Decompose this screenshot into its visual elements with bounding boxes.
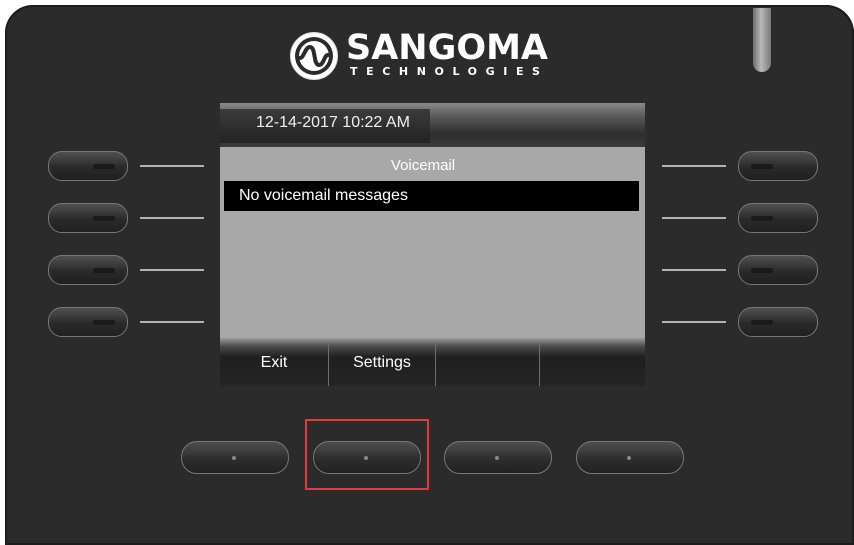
key-notch: [751, 268, 773, 273]
sangoma-logo-icon: [290, 32, 338, 80]
softkey-settings[interactable]: Settings: [329, 338, 435, 386]
softkey-4[interactable]: [540, 338, 645, 386]
softkey-label: Exit: [260, 354, 288, 371]
status-bar: 12-14-2017 10:22 AM: [220, 103, 645, 147]
line-key-right-1[interactable]: [738, 151, 818, 181]
line-key-connector: [662, 217, 726, 219]
key-dot: [495, 456, 499, 460]
softkey-exit[interactable]: Exit: [220, 338, 328, 386]
line-key-left-4[interactable]: [48, 307, 128, 337]
key-notch: [93, 216, 115, 221]
key-notch: [751, 216, 773, 221]
physical-softkey-4[interactable]: [576, 441, 684, 474]
line-key-right-3[interactable]: [738, 255, 818, 285]
key-notch: [93, 320, 115, 325]
line-key-left-2[interactable]: [48, 203, 128, 233]
key-notch: [93, 164, 115, 169]
list-item[interactable]: No voicemail messages: [224, 181, 639, 211]
line-key-connector: [140, 217, 204, 219]
physical-softkey-1[interactable]: [181, 441, 289, 474]
line-key-left-3[interactable]: [48, 255, 128, 285]
line-key-connector: [140, 269, 204, 271]
line-key-connector: [662, 165, 726, 167]
handset-hook: [753, 8, 771, 72]
brand-logo: SANGOMA TECHNOLOGIES: [290, 28, 570, 90]
highlight-box: [305, 419, 429, 490]
line-key-connector: [662, 269, 726, 271]
key-notch: [93, 268, 115, 273]
key-notch: [751, 164, 773, 169]
line-key-right-2[interactable]: [738, 203, 818, 233]
softkey-bar: Exit Settings: [220, 338, 645, 386]
line-key-connector: [662, 321, 726, 323]
datetime-label: 12-14-2017 10:22 AM: [256, 114, 410, 131]
line-key-connector: [140, 321, 204, 323]
brand-name: SANGOMA: [346, 28, 548, 68]
line-key-left-1[interactable]: [48, 151, 128, 181]
softkey-label: Settings: [353, 354, 411, 371]
line-key-right-4[interactable]: [738, 307, 818, 337]
screen-title: Voicemail: [390, 157, 456, 174]
phone-display: 12-14-2017 10:22 AM Voicemail No voicema…: [220, 103, 645, 386]
key-dot: [627, 456, 631, 460]
line-key-connector: [140, 165, 204, 167]
key-notch: [751, 320, 773, 325]
softkey-3[interactable]: [436, 338, 539, 386]
physical-softkey-3[interactable]: [444, 441, 552, 474]
key-dot: [232, 456, 236, 460]
list-item-label: No voicemail messages: [239, 187, 408, 204]
brand-tagline: TECHNOLOGIES: [350, 65, 549, 78]
